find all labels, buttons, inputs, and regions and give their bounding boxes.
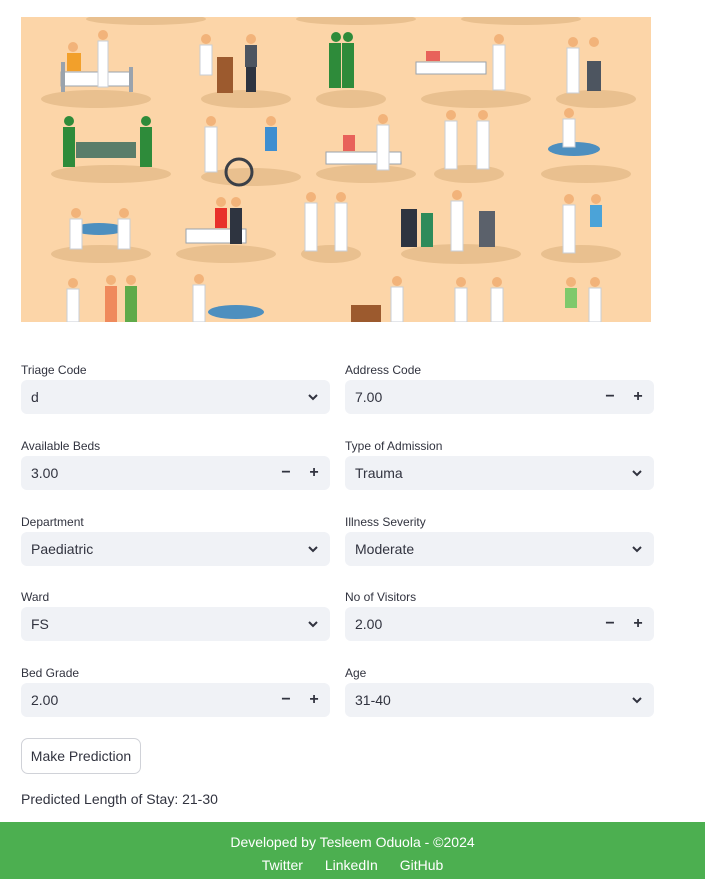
bed-grade-increment-button[interactable]: + bbox=[300, 683, 328, 717]
illness-severity-select[interactable]: Moderate bbox=[345, 532, 654, 566]
illness-severity-label: Illness Severity bbox=[345, 515, 426, 529]
no-of-visitors-label: No of Visitors bbox=[345, 590, 417, 604]
triage-code-select[interactable]: d bbox=[21, 380, 330, 414]
chevron-down-icon bbox=[308, 546, 318, 553]
ward-label: Ward bbox=[21, 590, 50, 604]
triage-code-label: Triage Code bbox=[21, 363, 87, 377]
footer-credit: Developed by Tesleem Oduola - ©2024 bbox=[230, 834, 475, 850]
available-beds-increment-button[interactable]: + bbox=[300, 456, 328, 490]
chevron-down-icon bbox=[632, 697, 642, 704]
address-code-input[interactable]: 7.00 − + bbox=[345, 380, 654, 414]
prediction-result: Predicted Length of Stay: 21-30 bbox=[21, 791, 218, 807]
footer-links: Twitter LinkedIn GitHub bbox=[0, 857, 705, 873]
available-beds-label: Available Beds bbox=[21, 439, 101, 453]
ward-value: FS bbox=[31, 616, 49, 632]
bed-grade-value: 2.00 bbox=[31, 692, 59, 708]
available-beds-value: 3.00 bbox=[31, 465, 59, 481]
triage-code-value: d bbox=[31, 389, 39, 405]
type-of-admission-select[interactable]: Trauma bbox=[345, 456, 654, 490]
department-select[interactable]: Paediatric bbox=[21, 532, 330, 566]
footer: Developed by Tesleem Oduola - ©2024 Twit… bbox=[0, 822, 705, 879]
ward-select[interactable]: FS bbox=[21, 607, 330, 641]
chevron-down-icon bbox=[632, 546, 642, 553]
department-value: Paediatric bbox=[31, 541, 94, 557]
type-of-admission-label: Type of Admission bbox=[345, 439, 443, 453]
address-code-label: Address Code bbox=[345, 363, 422, 377]
age-label: Age bbox=[345, 666, 367, 680]
twitter-link[interactable]: Twitter bbox=[262, 857, 303, 873]
available-beds-decrement-button[interactable]: − bbox=[272, 456, 300, 490]
age-value: 31-40 bbox=[355, 692, 391, 708]
chevron-down-icon bbox=[308, 394, 318, 401]
no-of-visitors-value: 2.00 bbox=[355, 616, 383, 632]
make-prediction-button[interactable]: Make Prediction bbox=[21, 738, 141, 774]
github-link[interactable]: GitHub bbox=[400, 857, 444, 873]
bed-grade-decrement-button[interactable]: − bbox=[272, 683, 300, 717]
chevron-down-icon bbox=[632, 470, 642, 477]
chevron-down-icon bbox=[308, 621, 318, 628]
hospital-illustration bbox=[41, 17, 636, 322]
no-of-visitors-input[interactable]: 2.00 − + bbox=[345, 607, 654, 641]
illness-severity-value: Moderate bbox=[355, 541, 415, 557]
address-code-increment-button[interactable]: + bbox=[624, 380, 652, 414]
hero-image bbox=[21, 17, 651, 322]
address-code-value: 7.00 bbox=[355, 389, 383, 405]
department-label: Department bbox=[21, 515, 84, 529]
age-select[interactable]: 31-40 bbox=[345, 683, 654, 717]
available-beds-input[interactable]: 3.00 − + bbox=[21, 456, 330, 490]
type-of-admission-value: Trauma bbox=[355, 465, 403, 481]
bed-grade-label: Bed Grade bbox=[21, 666, 80, 680]
no-of-visitors-decrement-button[interactable]: − bbox=[596, 607, 624, 641]
no-of-visitors-increment-button[interactable]: + bbox=[624, 607, 652, 641]
linkedin-link[interactable]: LinkedIn bbox=[325, 857, 378, 873]
bed-grade-input[interactable]: 2.00 − + bbox=[21, 683, 330, 717]
address-code-decrement-button[interactable]: − bbox=[596, 380, 624, 414]
